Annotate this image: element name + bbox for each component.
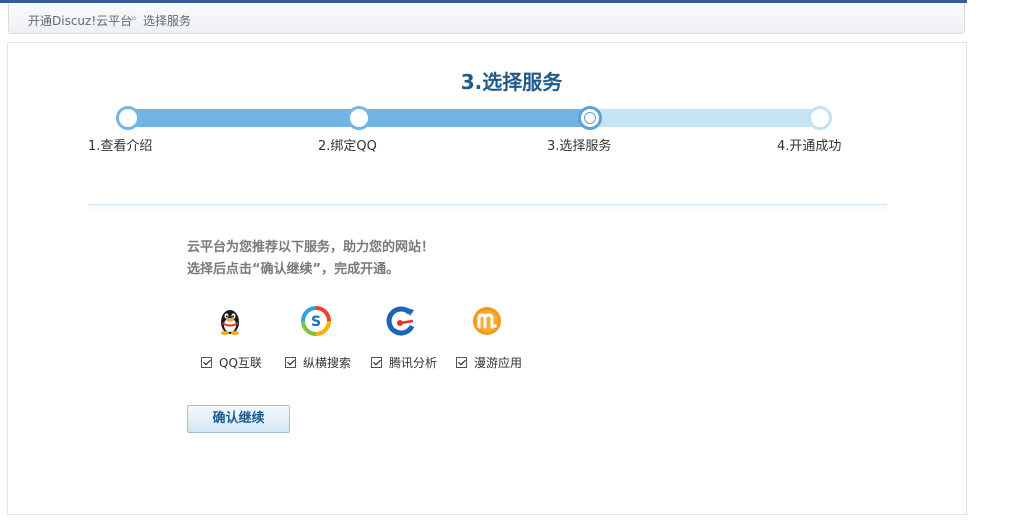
service-name: 纵横搜索 [303, 355, 352, 370]
step-label-4: 4.开通成功 [777, 139, 842, 154]
step-label-3: 3.选择服务 [547, 139, 612, 154]
step-dot-2 [347, 106, 371, 130]
service-name: 漫游应用 [474, 355, 523, 370]
page-title: 3.选择服务 [460, 70, 563, 94]
step-label-1: 1.查看介绍 [88, 139, 153, 154]
manyou-m-icon [473, 307, 501, 335]
breadcrumb-separator: » [130, 11, 138, 25]
step-dot-3 [578, 106, 602, 130]
service-option-analytics[interactable]: 腾讯分析 [371, 354, 437, 370]
analytics-checkbox[interactable] [371, 356, 382, 368]
intro-line-2: 选择后点击“确认继续”，完成开通。 [187, 262, 400, 277]
search-ring-icon: S [301, 306, 331, 336]
step-label-2: 2.绑定QQ [318, 139, 377, 154]
step-dot-4 [808, 106, 832, 130]
analytics-gauge-icon [386, 306, 415, 336]
section-divider [88, 204, 887, 213]
breadcrumb-root-link[interactable]: 开通Discuz!云平台 [28, 12, 132, 29]
intro-line-1: 云平台为您推荐以下服务，助力您的网站！ [187, 240, 435, 255]
breadcrumb-current: 选择服务 [143, 14, 192, 28]
service-name: 腾讯分析 [389, 355, 438, 370]
confirm-continue-button[interactable]: 确认继续 [187, 405, 290, 433]
service-option-manyou[interactable]: 漫游应用 [456, 354, 522, 370]
progress-track [128, 109, 822, 127]
service-name: QQ互联 [219, 355, 262, 370]
qq-penguin-icon [221, 310, 239, 335]
service-option-search[interactable]: 纵横搜索 [285, 354, 351, 370]
breadcrumb: 开通Discuz!云平台 » 选择服务 [8, 3, 965, 34]
service-option-qq-connect[interactable]: QQ互联 [201, 354, 262, 370]
svg-text:S: S [311, 314, 321, 330]
manyou-checkbox[interactable] [456, 356, 467, 368]
search-checkbox[interactable] [285, 356, 296, 368]
qq-connect-checkbox[interactable] [201, 356, 212, 368]
step-dot-1 [116, 106, 140, 130]
